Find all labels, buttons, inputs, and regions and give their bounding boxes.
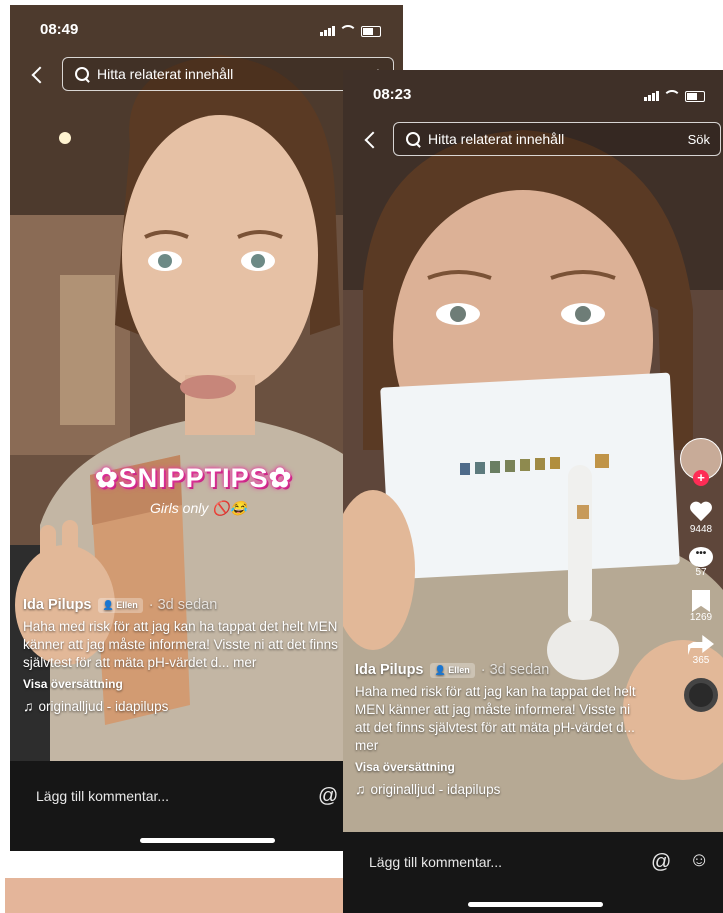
right-phone-screenshot: 08:23 Hitta relaterat innehåll Sök + 944… <box>343 70 723 913</box>
search-icon <box>75 67 89 81</box>
like-button[interactable]: 9448 <box>680 502 722 535</box>
emoji-icon[interactable]: ☺ <box>689 849 709 872</box>
caption-header: Ida Pilups 👤 Ellen · 3d sedan <box>355 662 645 678</box>
video-caption: Ida Pilups 👤 Ellen · 3d sedan Haha med r… <box>23 597 353 714</box>
follow-plus-icon[interactable]: + <box>693 470 709 486</box>
wifi-icon <box>339 25 357 37</box>
overlay-subtitle: Girls only 🚫😂 <box>150 500 248 516</box>
friend-badge: 👤 Ellen <box>429 662 475 678</box>
comment-input[interactable]: Lägg till kommentar... <box>36 788 169 804</box>
status-bar: 08:49 <box>10 17 403 57</box>
heart-icon <box>689 502 713 524</box>
music-note-icon: ♫ <box>355 781 366 797</box>
username[interactable]: Ida Pilups <box>355 662 424 678</box>
status-icons <box>320 25 381 37</box>
time-ago: · 3d sedan <box>480 662 550 678</box>
cellular-signal-icon <box>320 26 335 36</box>
battery-icon <box>361 25 381 37</box>
background-strip <box>5 878 345 913</box>
mention-at-icon[interactable]: @ <box>651 851 671 874</box>
search-placeholder: Hitta relaterat innehåll <box>97 66 234 82</box>
person-icon: 👤 <box>102 599 117 610</box>
status-bar: 08:23 <box>343 82 723 122</box>
cellular-signal-icon <box>644 91 659 101</box>
comment-button[interactable]: ••• 57 <box>680 547 722 578</box>
search-placeholder: Hitta relaterat innehåll <box>428 131 565 147</box>
comment-bar: Lägg till kommentar... @ ☺ <box>343 832 723 913</box>
comment-bubble-icon: ••• <box>689 547 713 567</box>
status-icons <box>644 90 705 102</box>
comment-count: 57 <box>695 567 707 578</box>
music-disc-icon[interactable] <box>684 678 718 712</box>
home-indicator <box>140 838 275 843</box>
username[interactable]: Ida Pilups <box>23 597 92 613</box>
time-ago: · 3d sedan <box>148 597 218 613</box>
share-arrow-icon <box>688 635 714 655</box>
bookmark-icon <box>692 590 710 612</box>
search-icon <box>406 132 420 146</box>
translate-link[interactable]: Visa översättning <box>355 760 645 774</box>
flower-icon: ✿ <box>268 463 293 493</box>
search-bar[interactable]: Hitta relaterat innehåll Sök <box>393 122 721 156</box>
sound-link[interactable]: ♫ originalljud - idapilups <box>355 781 645 797</box>
translate-link[interactable]: Visa översättning <box>23 677 353 691</box>
person-icon: 👤 <box>434 664 449 675</box>
creator-avatar[interactable]: + <box>680 438 722 490</box>
friend-badge: 👤 Ellen <box>97 597 143 613</box>
wifi-icon <box>663 90 681 102</box>
comment-input[interactable]: Lägg till kommentar... <box>369 854 502 870</box>
share-button[interactable]: 365 <box>680 635 722 666</box>
flower-icon: ✿ <box>95 463 119 493</box>
save-count: 1269 <box>689 612 713 623</box>
battery-icon <box>685 90 705 102</box>
caption-text[interactable]: Haha med risk för att jag kan ha tappat … <box>355 683 645 755</box>
share-count: 365 <box>692 655 710 666</box>
action-rail: + 9448 ••• 57 1269 365 <box>680 438 722 712</box>
caption-header: Ida Pilups 👤 Ellen · 3d sedan <box>23 597 353 613</box>
video-caption: Ida Pilups 👤 Ellen · 3d sedan Haha med r… <box>355 662 645 797</box>
caption-text[interactable]: Haha med risk för att jag kan ha tappat … <box>23 618 353 672</box>
sound-link[interactable]: ♫ originalljud - idapilups <box>23 698 353 714</box>
home-indicator <box>468 902 603 907</box>
sound-name: originalljud - idapilups <box>370 781 501 797</box>
snipptips-overlay-title: ✿SNIPPTIPS✿ <box>95 463 293 493</box>
status-time: 08:23 <box>373 86 412 103</box>
status-time: 08:49 <box>40 21 79 38</box>
search-button[interactable]: Sök <box>688 132 710 147</box>
sound-name: originalljud - idapilups <box>38 698 169 714</box>
like-count: 9448 <box>689 524 713 535</box>
mention-at-icon[interactable]: @ <box>318 785 338 808</box>
save-button[interactable]: 1269 <box>680 590 722 623</box>
music-note-icon: ♫ <box>23 698 34 714</box>
